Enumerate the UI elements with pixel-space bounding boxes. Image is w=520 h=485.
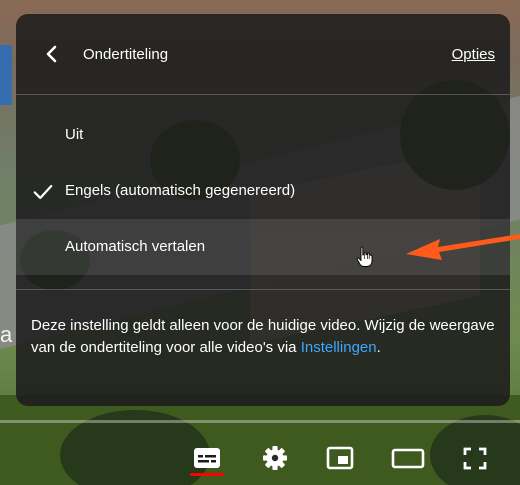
options-link[interactable]: Opties xyxy=(452,46,495,63)
subtitles-button[interactable] xyxy=(189,444,225,474)
checkmark-icon xyxy=(33,184,53,200)
info-text-suffix: . xyxy=(376,338,381,356)
fullscreen-icon xyxy=(463,447,487,470)
subtitle-info-text: Deze instelling geldt alleen voor de hui… xyxy=(31,315,496,358)
menu-item-off[interactable]: Uit xyxy=(16,107,510,163)
menu-item-label: Engels (automatisch gegenereerd) xyxy=(65,182,296,199)
panel-title: Ondertiteling xyxy=(83,46,169,63)
player-controls xyxy=(0,432,520,485)
progress-bar[interactable] xyxy=(0,420,520,423)
back-button[interactable] xyxy=(40,42,64,66)
settings-link[interactable]: Instellingen xyxy=(301,339,377,356)
theater-mode-button[interactable] xyxy=(390,444,426,474)
miniplayer-button[interactable] xyxy=(322,444,358,474)
miniplayer-icon xyxy=(326,446,354,470)
theater-mode-icon xyxy=(391,448,425,469)
subtitles-icon xyxy=(194,448,220,468)
divider xyxy=(16,289,510,290)
video-edge-text: a xyxy=(0,322,13,347)
video-figure xyxy=(0,45,12,105)
subtitles-active-indicator xyxy=(190,473,224,476)
panel-header: Ondertiteling Opties xyxy=(16,14,510,94)
settings-gear-icon xyxy=(263,446,287,470)
fullscreen-button[interactable] xyxy=(457,444,493,474)
settings-button[interactable] xyxy=(257,444,293,474)
menu-item-label: Uit xyxy=(65,126,84,143)
annotation-arrow-icon xyxy=(406,234,520,260)
menu-item-english-auto[interactable]: Engels (automatisch gegenereerd) xyxy=(16,163,510,219)
chevron-left-icon xyxy=(46,45,57,63)
info-text-body: Deze instelling geldt alleen voor de hui… xyxy=(31,317,495,356)
menu-item-label: Automatisch vertalen xyxy=(65,238,206,255)
subtitles-settings-panel: Ondertiteling Opties Uit Engels (automat… xyxy=(16,14,510,406)
hand-pointer-cursor-icon xyxy=(356,246,373,267)
divider xyxy=(16,94,510,95)
